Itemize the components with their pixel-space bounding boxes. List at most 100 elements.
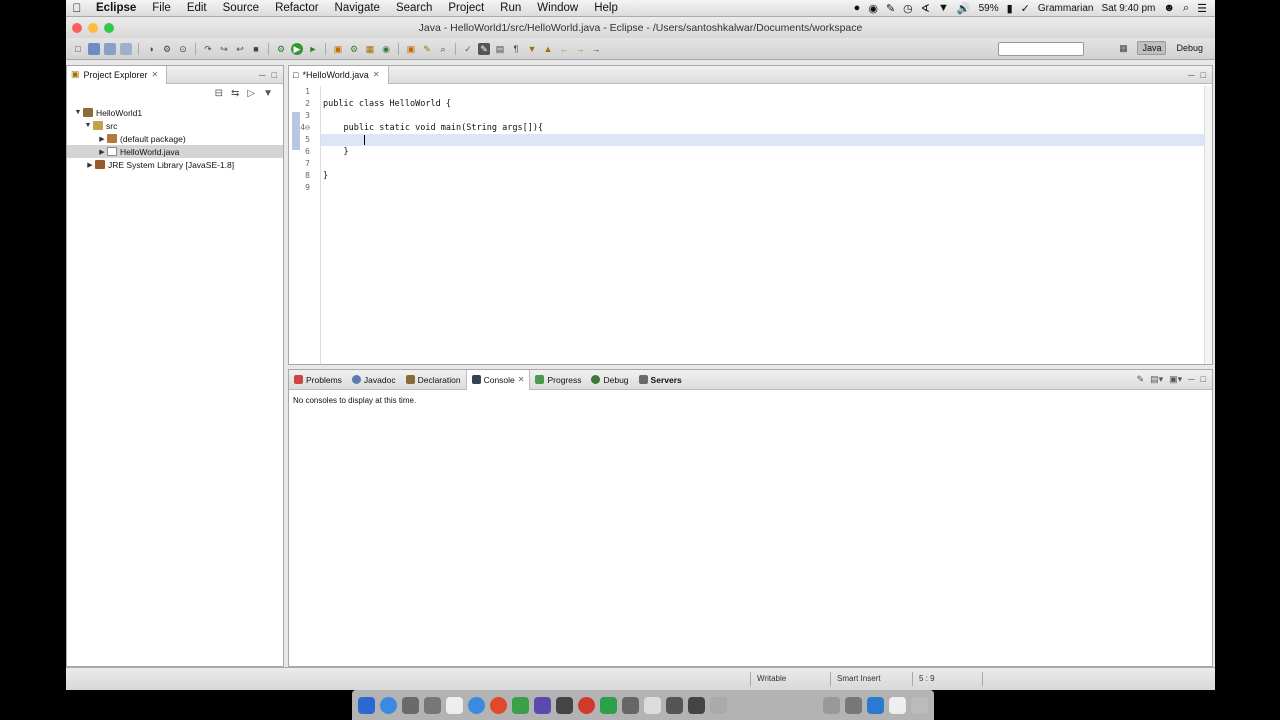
task-icon[interactable]: ◑: [145, 43, 157, 55]
annotation-icon[interactable]: ✓: [462, 43, 474, 55]
code-line[interactable]: [321, 182, 1204, 194]
view-menu-icon[interactable]: ▼: [263, 88, 273, 106]
tool-icon[interactable]: ⊙: [177, 43, 189, 55]
battery-percent[interactable]: 59%: [979, 3, 999, 14]
wifi-icon[interactable]: ▼: [938, 2, 949, 14]
search-toolbar-icon[interactable]: ⌕: [437, 43, 449, 55]
code-line[interactable]: [321, 158, 1204, 170]
code-area[interactable]: 1 2 3 4⊖ 5 6 7 8 9 public class HelloWor…: [289, 86, 1204, 364]
tab-progress[interactable]: Progress: [530, 370, 586, 390]
minimize-icon[interactable]: ─: [1188, 70, 1194, 80]
run-coverage-icon[interactable]: ►: [307, 43, 319, 55]
print-icon[interactable]: [120, 42, 132, 55]
close-tab-icon[interactable]: ✕: [152, 70, 159, 79]
code-line[interactable]: }: [321, 146, 1204, 158]
open-type-icon[interactable]: ▣: [405, 43, 417, 55]
minimize-icon[interactable]: ─: [259, 70, 265, 80]
menu-help[interactable]: Help: [586, 2, 626, 14]
dropbox-icon[interactable]: ◉: [868, 2, 878, 15]
activity-monitor-icon[interactable]: [688, 696, 705, 714]
code-line[interactable]: [321, 110, 1204, 122]
tree-item-jre-library[interactable]: ▶ JRE System Library [JavaSE-1.8]: [67, 158, 283, 171]
menu-search[interactable]: Search: [388, 2, 440, 14]
tree-item-helloworld1[interactable]: ▼ HelloWorld1: [67, 106, 283, 119]
status-insert-mode[interactable]: Smart Insert: [830, 672, 912, 686]
code-line[interactable]: public class HelloWorld {: [321, 98, 1204, 110]
keyboard-icon[interactable]: [823, 696, 840, 714]
build-icon[interactable]: ⚙: [161, 43, 173, 55]
toggle-mark-occurrences-icon[interactable]: ✎: [478, 42, 490, 55]
preview-icon[interactable]: [622, 696, 639, 714]
safari-icon[interactable]: [468, 696, 485, 714]
pin-console-icon[interactable]: ✎: [1137, 374, 1145, 385]
save-icon[interactable]: [88, 42, 100, 55]
system-icon[interactable]: [424, 696, 441, 714]
tab-problems[interactable]: Problems: [289, 370, 347, 390]
spotlight-icon[interactable]: ⌕: [1183, 2, 1189, 15]
tree-item-helloworld-java[interactable]: ▶ HelloWorld.java: [67, 145, 283, 158]
display-console-icon[interactable]: ▤▾: [1150, 374, 1163, 385]
tab-console[interactable]: Console ✕: [465, 369, 531, 390]
bluetooth-icon[interactable]: ∢: [921, 2, 930, 15]
close-tab-icon[interactable]: ✕: [518, 375, 525, 384]
code-lines[interactable]: public class HelloWorld { public static …: [321, 86, 1204, 194]
tree-item-src[interactable]: ▼ src: [67, 119, 283, 132]
debug-icon[interactable]: ⚙: [275, 43, 287, 55]
terminal-icon[interactable]: [556, 696, 573, 714]
close-tab-icon[interactable]: ✕: [373, 70, 380, 79]
system-preferences-icon[interactable]: [710, 696, 727, 714]
perspective-debug[interactable]: Debug: [1172, 42, 1207, 54]
utility-icon[interactable]: [666, 696, 683, 714]
code-line[interactable]: [321, 86, 1204, 98]
tab-servers[interactable]: Servers: [634, 370, 687, 390]
toggle-block-icon[interactable]: ▤: [494, 43, 506, 55]
red-app-icon[interactable]: [578, 696, 595, 714]
next-annotation-icon[interactable]: ▼: [526, 43, 538, 55]
menu-source[interactable]: Source: [215, 2, 267, 14]
previous-annotation-icon[interactable]: ▲: [542, 43, 554, 55]
time-machine-icon[interactable]: ◷: [903, 2, 913, 15]
menu-navigate[interactable]: Navigate: [327, 2, 388, 14]
link-editor-icon[interactable]: ⇆: [231, 88, 239, 106]
textedit-icon[interactable]: [446, 696, 463, 714]
focus-icon[interactable]: ▷: [247, 88, 255, 106]
launchpad-icon[interactable]: [402, 696, 419, 714]
photos-icon[interactable]: [644, 696, 661, 714]
editor-scrollbar[interactable]: [1204, 86, 1212, 364]
code-line[interactable]: }: [321, 170, 1204, 182]
documents-icon[interactable]: [889, 696, 906, 714]
new-package-icon[interactable]: ▦: [364, 43, 376, 55]
notification-center-icon[interactable]: ☰: [1197, 2, 1207, 15]
terminate-icon[interactable]: ■: [250, 43, 262, 55]
pin-icon[interactable]: →: [590, 43, 602, 55]
new-icon[interactable]: □: [72, 42, 84, 55]
menu-project[interactable]: Project: [440, 2, 492, 14]
expand-arrow-icon[interactable]: ▼: [73, 109, 83, 116]
save-all-icon[interactable]: [104, 42, 116, 55]
tree-item-default-package[interactable]: ▶ (default package): [67, 132, 283, 145]
menu-run[interactable]: Run: [492, 2, 529, 14]
eclipse-dock-icon[interactable]: [534, 696, 551, 714]
downloads-icon[interactable]: [845, 696, 862, 714]
grammarian-label[interactable]: Grammarian: [1038, 3, 1094, 14]
menu-window[interactable]: Window: [529, 2, 586, 14]
step-icon[interactable]: ↪: [218, 43, 230, 55]
maximize-icon[interactable]: □: [272, 70, 277, 80]
volume-icon[interactable]: 🔊: [957, 2, 971, 15]
skip-icon[interactable]: ↷: [202, 43, 214, 55]
open-task-icon[interactable]: ✎: [421, 43, 433, 55]
facetime-icon[interactable]: [600, 696, 617, 714]
quick-access-input[interactable]: [998, 42, 1084, 56]
sublime-icon[interactable]: [512, 696, 529, 714]
expand-arrow-icon[interactable]: ▼: [83, 122, 93, 129]
menu-edit[interactable]: Edit: [179, 2, 215, 14]
tab-project-explorer[interactable]: ▣ Project Explorer ✕: [67, 65, 168, 84]
collapsed-arrow-icon[interactable]: ▶: [97, 135, 107, 143]
app-store-icon[interactable]: [380, 696, 397, 714]
external-tools-icon[interactable]: ▣: [332, 43, 344, 55]
tab-helloworld-java[interactable]: □ *HelloWorld.java ✕: [289, 65, 389, 84]
user-icon[interactable]: ☻: [1163, 2, 1175, 14]
collapse-all-icon[interactable]: ⊟: [215, 88, 223, 106]
pen-icon[interactable]: ✎: [886, 2, 895, 15]
open-console-icon[interactable]: ▣▾: [1169, 374, 1182, 385]
